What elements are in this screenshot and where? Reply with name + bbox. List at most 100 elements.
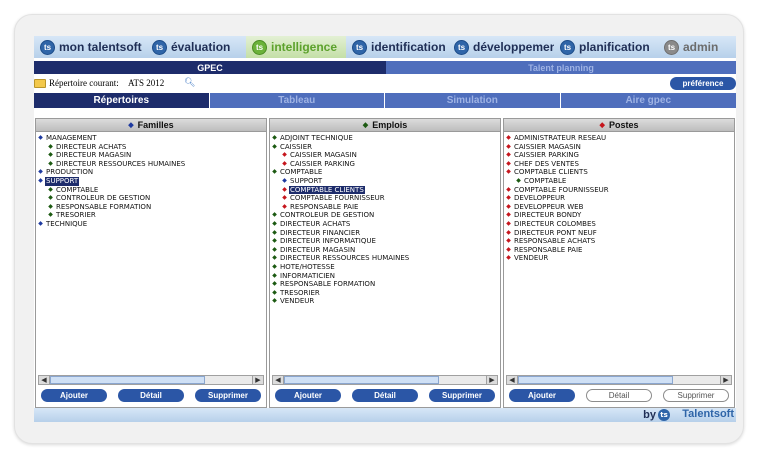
talentsoft-logo-icon: ts xyxy=(152,39,167,55)
scroll-right-icon[interactable]: ▶ xyxy=(252,376,263,384)
tree-item[interactable]: ◆ CAISSIER MAGASIN xyxy=(270,151,500,160)
tree-item[interactable]: ◆ DIRECTEUR FINANCIER xyxy=(270,229,500,238)
nav-developpement[interactable]: ts développement xyxy=(448,36,554,58)
tree-item[interactable]: ◆ ADJOINT TECHNIQUE xyxy=(270,134,500,143)
tree-item[interactable]: ◆ COMPTABLE xyxy=(504,177,734,186)
tree-item[interactable]: ◆ CONTROLEUR DE GESTION xyxy=(36,194,266,203)
tree-item[interactable]: ◆ PRODUCTION xyxy=(36,168,266,177)
nav-label: planification xyxy=(579,40,650,54)
tree-item[interactable]: ◆ DIRECTEUR MAGASIN xyxy=(36,151,266,160)
tree-item[interactable]: ◆ CAISSIER PARKING xyxy=(270,160,500,169)
tree-item[interactable]: ◆ INFORMATICIEN xyxy=(270,272,500,281)
supprimer-button[interactable]: Supprimer xyxy=(429,389,495,402)
tree-item-label: COMPTABLE FOURNISSEUR xyxy=(514,185,609,194)
tab-simulation[interactable]: Simulation xyxy=(385,93,561,108)
tab-repertoires[interactable]: Répertoires xyxy=(34,93,210,108)
tree-item[interactable]: ◆ VENDEUR xyxy=(504,254,734,263)
detail-button[interactable]: Détail xyxy=(586,389,652,402)
panel-header: ◆ Emplois xyxy=(270,119,500,132)
nav-intelligence[interactable]: ts intelligence xyxy=(246,36,346,58)
tree-list: ◆ ADJOINT TECHNIQUE ◆ CAISSIER ◆ CAISSIER MAG… xyxy=(270,132,500,377)
tab-tableau[interactable]: Tableau xyxy=(209,93,385,108)
tree-item[interactable]: ◆ CONTROLEUR DE GESTION xyxy=(270,211,500,220)
tree-item[interactable]: ◆ TECHNIQUE xyxy=(36,220,266,229)
scroll-left-icon[interactable]: ◀ xyxy=(507,376,518,384)
tree-item[interactable]: ◆ CAISSIER xyxy=(270,143,500,152)
diamond-icon: ◆ xyxy=(282,185,287,193)
supprimer-button[interactable]: Supprimer xyxy=(663,389,729,402)
tree-item[interactable]: ◆ CAISSIER MAGASIN xyxy=(504,143,734,152)
tree-item[interactable]: ◆ RESPONSABLE PAIE xyxy=(270,203,500,212)
tab-aire-gpec[interactable]: Aire gpec xyxy=(560,93,736,108)
tree-item[interactable]: ◆ COMPTABLE xyxy=(36,186,266,195)
tree-item[interactable]: ◆ DIRECTEUR ACHATS xyxy=(270,220,500,229)
current-directory-label: Répertoire courant: xyxy=(49,78,119,88)
tree-item[interactable]: ◆ DIRECTEUR RESSOURCES HUMAINES xyxy=(270,254,500,263)
ajouter-button[interactable]: Ajouter xyxy=(275,389,341,402)
tree-item[interactable]: ◆ SUPPORT xyxy=(270,177,500,186)
tree-item[interactable]: ◆ DIRECTEUR PONT NEUF xyxy=(504,229,734,238)
diamond-icon: ◆ xyxy=(272,237,277,245)
nav-mon-talentsoft[interactable]: ts mon talentsoft xyxy=(34,36,146,58)
tree-item[interactable]: ◆ MANAGEMENT xyxy=(36,134,266,143)
module-gpec[interactable]: GPEC xyxy=(34,61,386,74)
tree-item[interactable]: ◆ DIRECTEUR BONDY xyxy=(504,211,734,220)
tree-item[interactable]: ◆ DIRECTEUR RESSOURCES HUMAINES xyxy=(36,160,266,169)
nav-evaluation[interactable]: ts évaluation xyxy=(146,36,246,58)
ajouter-button[interactable]: Ajouter xyxy=(41,389,107,402)
tree-item[interactable]: ◆ COMPTABLE FOURNISSEUR xyxy=(504,186,734,195)
scroll-thumb[interactable] xyxy=(284,376,439,384)
supprimer-button[interactable]: Supprimer xyxy=(195,389,261,402)
scroll-right-icon[interactable]: ▶ xyxy=(720,376,731,384)
horizontal-scrollbar[interactable]: ◀ ▶ xyxy=(38,375,264,385)
tree-item[interactable]: ◆ ADMINISTRATEUR RESEAU xyxy=(504,134,734,143)
tree-item[interactable]: ◆ SUPPORT xyxy=(36,176,266,186)
tree-item[interactable]: ◆ HOTE/HOTESSE xyxy=(270,263,500,272)
tree-item[interactable]: ◆ RESPONSABLE ACHATS xyxy=(504,237,734,246)
tree-item-label: ADJOINT TECHNIQUE xyxy=(280,134,353,142)
tree-item[interactable]: ◆ CHEF DES VENTES xyxy=(504,160,734,169)
tree-item[interactable]: ◆ RESPONSABLE PAIE xyxy=(504,246,734,255)
tree-item[interactable]: ◆ DEVELOPPEUR xyxy=(504,194,734,203)
tree-item[interactable]: ◆ VENDEUR xyxy=(270,297,500,306)
tree-item[interactable]: ◆ TRESORIER xyxy=(270,289,500,298)
scroll-right-icon[interactable]: ▶ xyxy=(486,376,497,384)
tree-item[interactable]: ◆ COMPTABLE FOURNISSEUR xyxy=(270,194,500,203)
tree-item[interactable]: ◆ COMPTABLE CLIENTS xyxy=(270,185,500,195)
tree-item[interactable]: ◆ DIRECTEUR MAGASIN xyxy=(270,246,500,255)
nav-identification[interactable]: ts identification xyxy=(346,36,448,58)
tree-item[interactable]: ◆ DIRECTEUR INFORMATIQUE xyxy=(270,237,500,246)
tree-item[interactable]: ◆ DEVELOPPEUR WEB xyxy=(504,203,734,212)
scroll-thumb[interactable] xyxy=(518,376,673,384)
tree-item[interactable]: ◆ RESPONSABLE FORMATION xyxy=(36,203,266,212)
scroll-thumb[interactable] xyxy=(50,376,205,384)
diamond-icon: ◆ xyxy=(282,151,287,159)
diamond-icon: ◆ xyxy=(38,134,43,141)
tree-item[interactable]: ◆ TRESORIER xyxy=(36,211,266,220)
panel-header: ◆ Familles xyxy=(36,119,266,132)
module-talent-planning[interactable]: Talent planning xyxy=(386,61,736,74)
tree-list: ◆ ADMINISTRATEUR RESEAU ◆ CAISSIER MAGASIN ◆… xyxy=(504,132,734,377)
tree-item[interactable]: ◆ COMPTABLE xyxy=(270,168,500,177)
search-icon[interactable]: 🔍︎ xyxy=(184,78,195,88)
nav-admin[interactable]: ts admin xyxy=(658,36,736,58)
tree-item[interactable]: ◆ DIRECTEUR COLOMBES xyxy=(504,220,734,229)
preference-button[interactable]: préférence xyxy=(670,77,736,90)
horizontal-scrollbar[interactable]: ◀ ▶ xyxy=(272,375,498,385)
detail-button[interactable]: Détail xyxy=(352,389,418,402)
diamond-icon: ◆ xyxy=(272,219,277,227)
diamond-icon: ◆ xyxy=(272,211,277,219)
horizontal-scrollbar[interactable]: ◀ ▶ xyxy=(506,375,732,385)
tree-item[interactable]: ◆ RESPONSABLE FORMATION xyxy=(270,280,500,289)
tree-item-label: RESPONSABLE PAIE xyxy=(290,202,359,211)
scroll-left-icon[interactable]: ◀ xyxy=(273,376,284,384)
detail-button[interactable]: Détail xyxy=(118,389,184,402)
tree-item[interactable]: ◆ COMPTABLE CLIENTS xyxy=(504,168,734,177)
tree-item[interactable]: ◆ DIRECTEUR ACHATS xyxy=(36,143,266,152)
tree-item[interactable]: ◆ CAISSIER PARKING xyxy=(504,151,734,160)
talentsoft-logo-icon: ts xyxy=(454,39,469,55)
diamond-icon: ◆ xyxy=(272,134,277,141)
ajouter-button[interactable]: Ajouter xyxy=(509,389,575,402)
scroll-left-icon[interactable]: ◀ xyxy=(39,376,50,384)
nav-planification[interactable]: ts planification xyxy=(554,36,658,58)
